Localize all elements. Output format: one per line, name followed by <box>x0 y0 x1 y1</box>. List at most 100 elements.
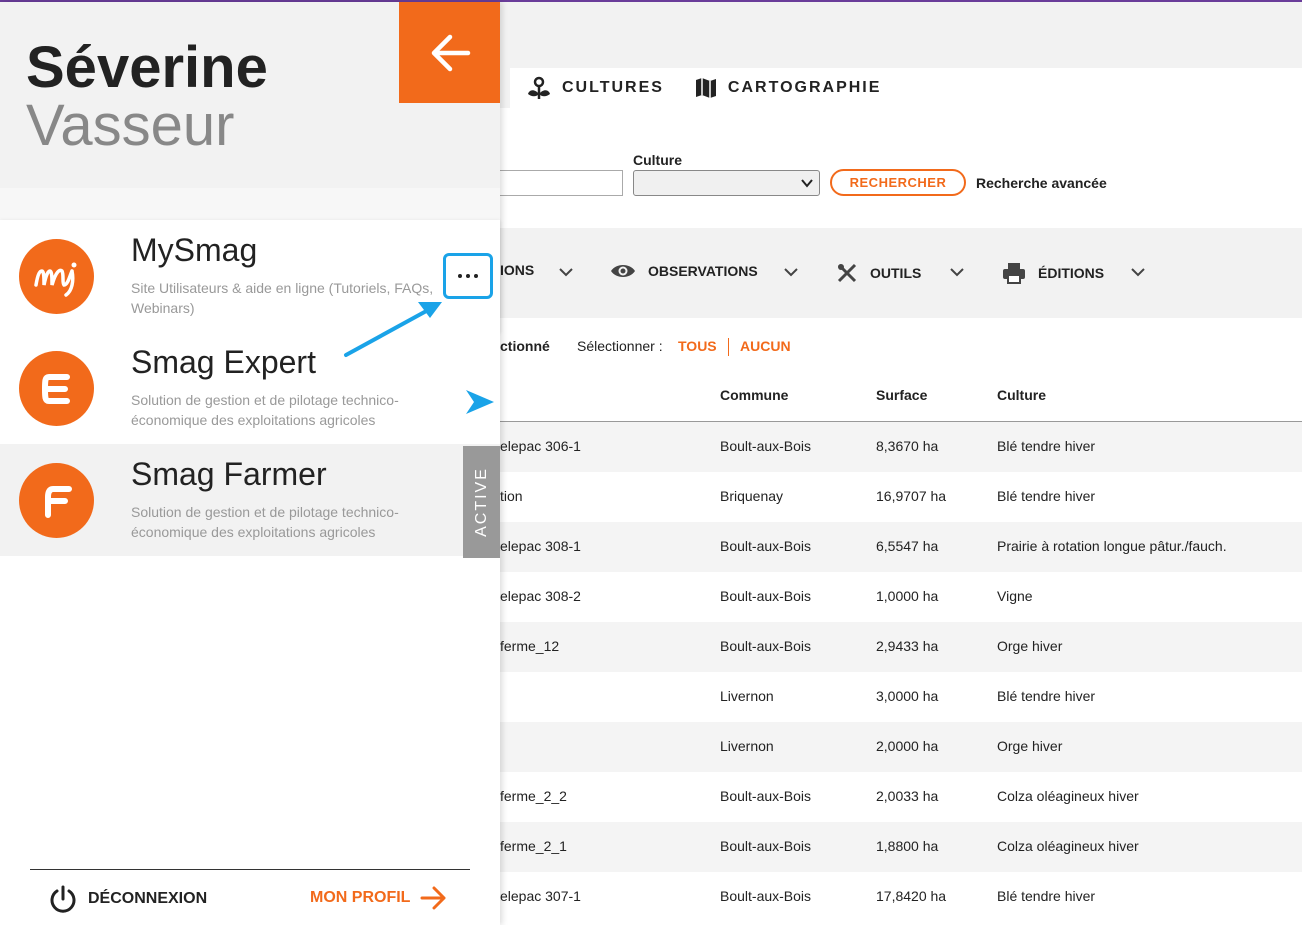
select-none-link[interactable]: AUCUN <box>740 338 791 354</box>
toolbar-outils-label: OUTILS <box>870 265 922 281</box>
plant-icon <box>528 76 550 99</box>
more-options-button[interactable] <box>443 253 493 299</box>
cell-surface: 16,9707 ha <box>876 488 947 504</box>
map-icon <box>695 78 716 98</box>
parcels-table: Commune Surface Culture elepac 306-1 Bou… <box>500 372 1302 922</box>
selection-row: ctionné Sélectionner : TOUS AUCUN <box>500 338 1302 358</box>
app-title: Smag Farmer <box>131 456 327 492</box>
drawer-spacer <box>0 188 500 220</box>
cell-surface: 2,0000 ha <box>876 738 939 754</box>
cell-name: elepac 308-1 <box>500 538 581 554</box>
cell-culture: Orge hiver <box>997 738 1063 754</box>
chevron-down-icon[interactable] <box>1130 266 1146 278</box>
culture-select[interactable] <box>633 170 820 196</box>
cell-name: elepac 308-2 <box>500 588 581 604</box>
chevron-down-icon[interactable] <box>949 266 965 278</box>
chevron-down-icon[interactable] <box>558 266 574 278</box>
power-icon <box>50 885 76 913</box>
toolbar-partial-label: IONS <box>500 262 535 278</box>
cell-commune: Boult-aux-Bois <box>720 538 812 554</box>
cell-surface: 8,3670 ha <box>876 438 939 454</box>
active-badge: ACTIVE <box>463 446 500 558</box>
culture-label: Culture <box>633 152 682 168</box>
logout-button[interactable]: DÉCONNEXION <box>48 884 207 914</box>
toolbar-partial-item[interactable]: IONS <box>500 262 534 278</box>
nav-cartographie[interactable]: CARTOGRAPHIE <box>694 76 882 100</box>
table-row[interactable]: elepac 306-1 Boult-aux-Bois 8,3670 ha Bl… <box>500 422 1302 472</box>
cell-surface: 2,0033 ha <box>876 788 939 804</box>
toolbar-observations-label: OBSERVATIONS <box>648 263 758 279</box>
cell-surface: 1,0000 ha <box>876 588 939 604</box>
cell-surface: 2,9433 ha <box>876 638 939 654</box>
smag-farmer-logo <box>19 463 94 538</box>
table-row[interactable]: ferme_2_1 Boult-aux-Bois 1,8800 ha Colza… <box>500 822 1302 872</box>
profile-label: MON PROFIL <box>310 889 411 906</box>
cell-surface: 17,8420 ha <box>876 888 947 904</box>
toolbar-observations[interactable]: OBSERVATIONS <box>610 262 758 280</box>
select-all-link[interactable]: TOUS <box>678 338 717 354</box>
arrow-right-icon <box>420 886 446 910</box>
cell-commune: Boult-aux-Bois <box>720 838 812 854</box>
mysmag-logo-mark <box>33 262 76 297</box>
table-row[interactable]: elepac 308-2 Boult-aux-Bois 1,0000 ha Vi… <box>500 572 1302 622</box>
smag-expert-logo <box>19 351 94 426</box>
eye-icon <box>611 265 635 277</box>
cell-name: elepac 306-1 <box>500 438 581 454</box>
cell-culture: Vigne <box>997 588 1033 604</box>
advanced-search-link[interactable]: Recherche avancée <box>976 175 1107 191</box>
app-card-smag-farmer[interactable]: Smag Farmer Solution de gestion et de pi… <box>0 444 500 556</box>
arrow-left-icon <box>431 34 470 71</box>
footer-divider <box>30 869 470 870</box>
search-button[interactable]: RECHERCHER <box>830 169 966 196</box>
select-label: Sélectionner : <box>577 338 663 354</box>
cell-culture: Blé tendre hiver <box>997 688 1096 704</box>
mysmag-logo <box>19 239 94 314</box>
profile-link[interactable]: MON PROFIL <box>310 886 448 910</box>
active-label: ACTIVE <box>472 467 490 537</box>
table-row[interactable]: ferme_12 Boult-aux-Bois 2,9433 ha Orge h… <box>500 622 1302 672</box>
app-card-mysmag[interactable]: MySmag Site Utilisateurs & aide en ligne… <box>0 220 500 332</box>
main-nav: CULTURES CARTOGRAPHIE <box>510 68 1302 108</box>
app-title: MySmag <box>131 232 258 268</box>
toolbar-editions[interactable]: ÉDITIONS <box>1002 262 1104 284</box>
cell-name: ferme_2_2 <box>500 788 567 804</box>
cell-name: elepac 307-1 <box>500 888 581 904</box>
toolbar-outils[interactable]: OUTILS <box>836 262 921 284</box>
cell-commune: Livernon <box>720 738 774 754</box>
nav-cultures[interactable]: CULTURES <box>526 76 664 100</box>
table-row[interactable]: ferme_2_2 Boult-aux-Bois 2,0033 ha Colza… <box>500 772 1302 822</box>
table-row[interactable]: Livernon 3,0000 ha Blé tendre hiver <box>500 672 1302 722</box>
cell-commune: Briquenay <box>720 488 784 504</box>
cell-culture: Blé tendre hiver <box>997 488 1096 504</box>
table-row[interactable]: elepac 307-1 Boult-aux-Bois 17,8420 ha B… <box>500 872 1302 922</box>
app-card-smag-expert[interactable]: Smag Expert Solution de gestion et de pi… <box>0 332 500 444</box>
chevron-down-icon[interactable] <box>783 266 799 278</box>
table-row[interactable]: tion Briquenay 16,9707 ha Blé tendre hiv… <box>500 472 1302 522</box>
cell-commune: Boult-aux-Bois <box>720 638 812 654</box>
table-row[interactable]: elepac 308-1 Boult-aux-Bois 6,5547 ha Pr… <box>500 522 1302 572</box>
cell-name: ferme_2_1 <box>500 838 567 854</box>
cell-surface: 1,8800 ha <box>876 838 939 854</box>
cell-commune: Livernon <box>720 688 774 704</box>
header-commune[interactable]: Commune <box>720 387 788 403</box>
close-drawer-button[interactable] <box>399 2 500 103</box>
selection-count: ctionné <box>500 338 550 354</box>
cell-commune: Boult-aux-Bois <box>720 788 812 804</box>
header-culture[interactable]: Culture <box>997 387 1046 403</box>
header-surface[interactable]: Surface <box>876 387 927 403</box>
logout-label: DÉCONNEXION <box>88 890 208 907</box>
cell-commune: Boult-aux-Bois <box>720 888 812 904</box>
app-description: Solution de gestion et de pilotage techn… <box>131 392 399 428</box>
cell-culture: Blé tendre hiver <box>997 888 1096 904</box>
search-input[interactable] <box>500 170 623 196</box>
chevron-down-icon <box>801 179 813 188</box>
actions-toolbar: IONS OBSERVATIONS OUTILS ÉDITIONS <box>500 228 1302 318</box>
cell-culture: Prairie à rotation longue pâtur./fauch. <box>997 538 1227 554</box>
cell-surface: 6,5547 ha <box>876 538 939 554</box>
separator <box>728 338 729 356</box>
table-row[interactable]: Livernon 2,0000 ha Orge hiver <box>500 722 1302 772</box>
cell-name: tion <box>500 488 523 504</box>
nav-cartographie-label: CARTOGRAPHIE <box>727 79 882 96</box>
cell-name: ferme_12 <box>500 638 560 654</box>
smag-farmer-logo-mark <box>44 485 72 518</box>
